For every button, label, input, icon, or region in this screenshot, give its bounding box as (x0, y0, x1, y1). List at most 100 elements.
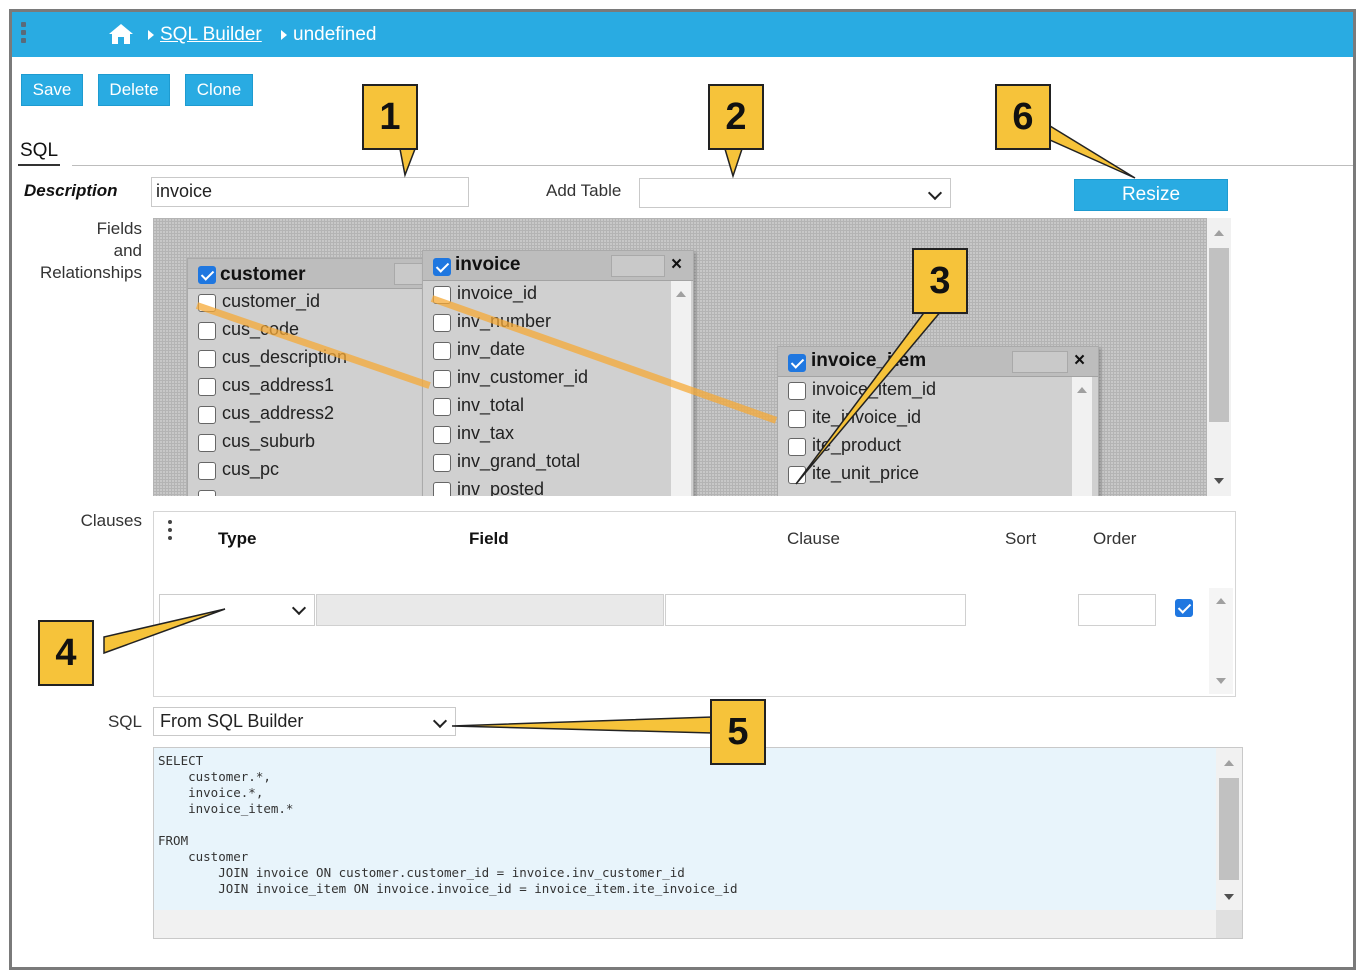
checkbox-icon[interactable] (198, 378, 216, 396)
checkbox-icon[interactable] (198, 490, 216, 496)
scroll-up-icon[interactable] (676, 291, 686, 297)
save-button[interactable]: Save (21, 74, 83, 106)
callout-6: 6 (995, 84, 1051, 150)
checkbox-icon[interactable] (433, 482, 451, 496)
checkbox-icon[interactable] (788, 466, 806, 484)
scroll-thumb[interactable] (1209, 248, 1229, 422)
order-input[interactable] (1078, 594, 1156, 626)
field-name: cus_pc (222, 459, 280, 479)
callout-2: 2 (708, 84, 764, 150)
column-header-field: Field (469, 529, 509, 548)
field-name: ite_product (812, 435, 902, 455)
clauses-scrollbar[interactable] (1209, 588, 1233, 694)
checkbox-icon[interactable] (788, 382, 806, 400)
add-table-select[interactable] (639, 178, 951, 208)
breadcrumb-current: undefined (293, 24, 377, 45)
field-name: customer_id (222, 291, 321, 311)
column-header-clause: Clause (787, 529, 840, 548)
clone-button[interactable]: Clone (185, 74, 253, 106)
app-frame: SQL Builder undefined Save Delete Clone … (9, 9, 1356, 970)
checkbox-icon[interactable] (788, 410, 806, 428)
delete-button[interactable]: Delete (98, 74, 170, 106)
close-icon[interactable]: × (671, 254, 682, 276)
checkbox-icon[interactable] (788, 438, 806, 456)
tab-divider (72, 165, 1353, 166)
drag-handle-icon[interactable] (21, 22, 27, 48)
drag-handle-icon[interactable] (168, 520, 173, 544)
resize-button[interactable]: Resize (1074, 179, 1228, 211)
callout-3: 3 (912, 248, 968, 314)
chevron-down-icon (432, 713, 448, 729)
callout-4: 4 (38, 620, 94, 686)
fields-label-line1: Fields (96, 219, 142, 238)
field-name: cus_address2 (222, 403, 335, 423)
fields-label-line2: and (113, 241, 142, 260)
checkbox-icon[interactable] (198, 434, 216, 452)
checkbox-icon[interactable] (433, 258, 451, 276)
sql-label: SQL (107, 712, 142, 731)
checkbox-icon[interactable] (433, 454, 451, 472)
sql-textarea[interactable]: SELECT customer.*, invoice.*, invoice_it… (153, 747, 1243, 939)
scroll-down-icon[interactable] (1214, 478, 1224, 484)
checkbox-icon[interactable] (198, 266, 216, 284)
checkbox-icon[interactable] (198, 462, 216, 480)
field-name: cus_address1 (222, 375, 335, 395)
clause-input[interactable] (665, 594, 966, 626)
checkbox-icon[interactable] (1175, 599, 1193, 617)
checkbox-icon[interactable] (433, 342, 451, 360)
sql-scrollbar[interactable] (1216, 748, 1242, 910)
type-select[interactable] (159, 594, 315, 626)
description-input[interactable]: invoice (151, 177, 469, 207)
checkbox-icon[interactable] (198, 350, 216, 368)
field-name: inv_date (457, 339, 526, 359)
close-icon[interactable]: × (1074, 350, 1085, 372)
checkbox-icon[interactable] (788, 354, 806, 372)
checkbox-icon[interactable] (433, 398, 451, 416)
field-name: ite_invoice_id (812, 407, 922, 427)
checkbox-icon[interactable] (433, 314, 451, 332)
tab-sql[interactable]: SQL (18, 140, 61, 166)
field-name: invoice_id (457, 283, 538, 303)
scroll-down-icon[interactable] (1224, 894, 1234, 900)
scroll-up-icon[interactable] (1214, 230, 1224, 236)
canvas-scrollbar[interactable] (1207, 218, 1231, 496)
checkbox-icon[interactable] (198, 406, 216, 424)
scroll-up-icon[interactable] (1224, 760, 1234, 766)
table-title: customer (220, 264, 306, 285)
scroll-down-icon[interactable] (1216, 678, 1226, 684)
checkbox-icon[interactable] (433, 426, 451, 444)
table-title: invoice_item (811, 350, 927, 371)
table-header[interactable]: invoice_item × (778, 347, 1098, 377)
scroll-up-icon[interactable] (1216, 598, 1226, 604)
table-title: invoice (455, 254, 521, 275)
column-header-sort: Sort (1005, 529, 1037, 548)
table-card-invoice-item[interactable]: invoice_item × invoice_item_id ite_invoi… (777, 346, 1099, 496)
checkbox-icon[interactable] (433, 370, 451, 388)
field-cell[interactable] (316, 594, 664, 626)
resize-grip-icon[interactable] (1216, 910, 1242, 938)
field-name: inv_total (457, 395, 525, 415)
table-alias-box[interactable] (611, 255, 665, 277)
column-header-type: Type (218, 529, 257, 548)
table-scrollbar[interactable] (1072, 377, 1092, 496)
fields-relationships-label: Fields and Relationships (32, 218, 142, 284)
description-label: Description (24, 181, 118, 200)
sql-source-select[interactable]: From SQL Builder (153, 707, 456, 736)
breadcrumb-arrow-icon (281, 30, 287, 40)
scroll-thumb[interactable] (1219, 778, 1239, 880)
home-icon[interactable] (108, 23, 134, 45)
field-name: inv_tax (457, 423, 515, 443)
scroll-up-icon[interactable] (1077, 387, 1087, 393)
sql-hscrollbar[interactable] (154, 910, 1216, 938)
field-name: cus_suburb (222, 431, 316, 451)
checkbox-icon[interactable] (198, 322, 216, 340)
table-header[interactable]: invoice × (423, 251, 693, 281)
relationship-canvas[interactable]: customer customer_id cus_code cus_descri… (153, 218, 1207, 496)
table-header[interactable]: customer (188, 259, 436, 289)
chevron-down-icon (291, 600, 307, 616)
sql-source-value: From SQL Builder (160, 711, 304, 731)
table-alias-box[interactable] (1012, 351, 1068, 373)
breadcrumb-link[interactable]: SQL Builder (160, 24, 262, 46)
clauses-grid: Type Field Clause Sort Order (153, 511, 1236, 697)
field-name: ite_unit_price (812, 463, 920, 483)
